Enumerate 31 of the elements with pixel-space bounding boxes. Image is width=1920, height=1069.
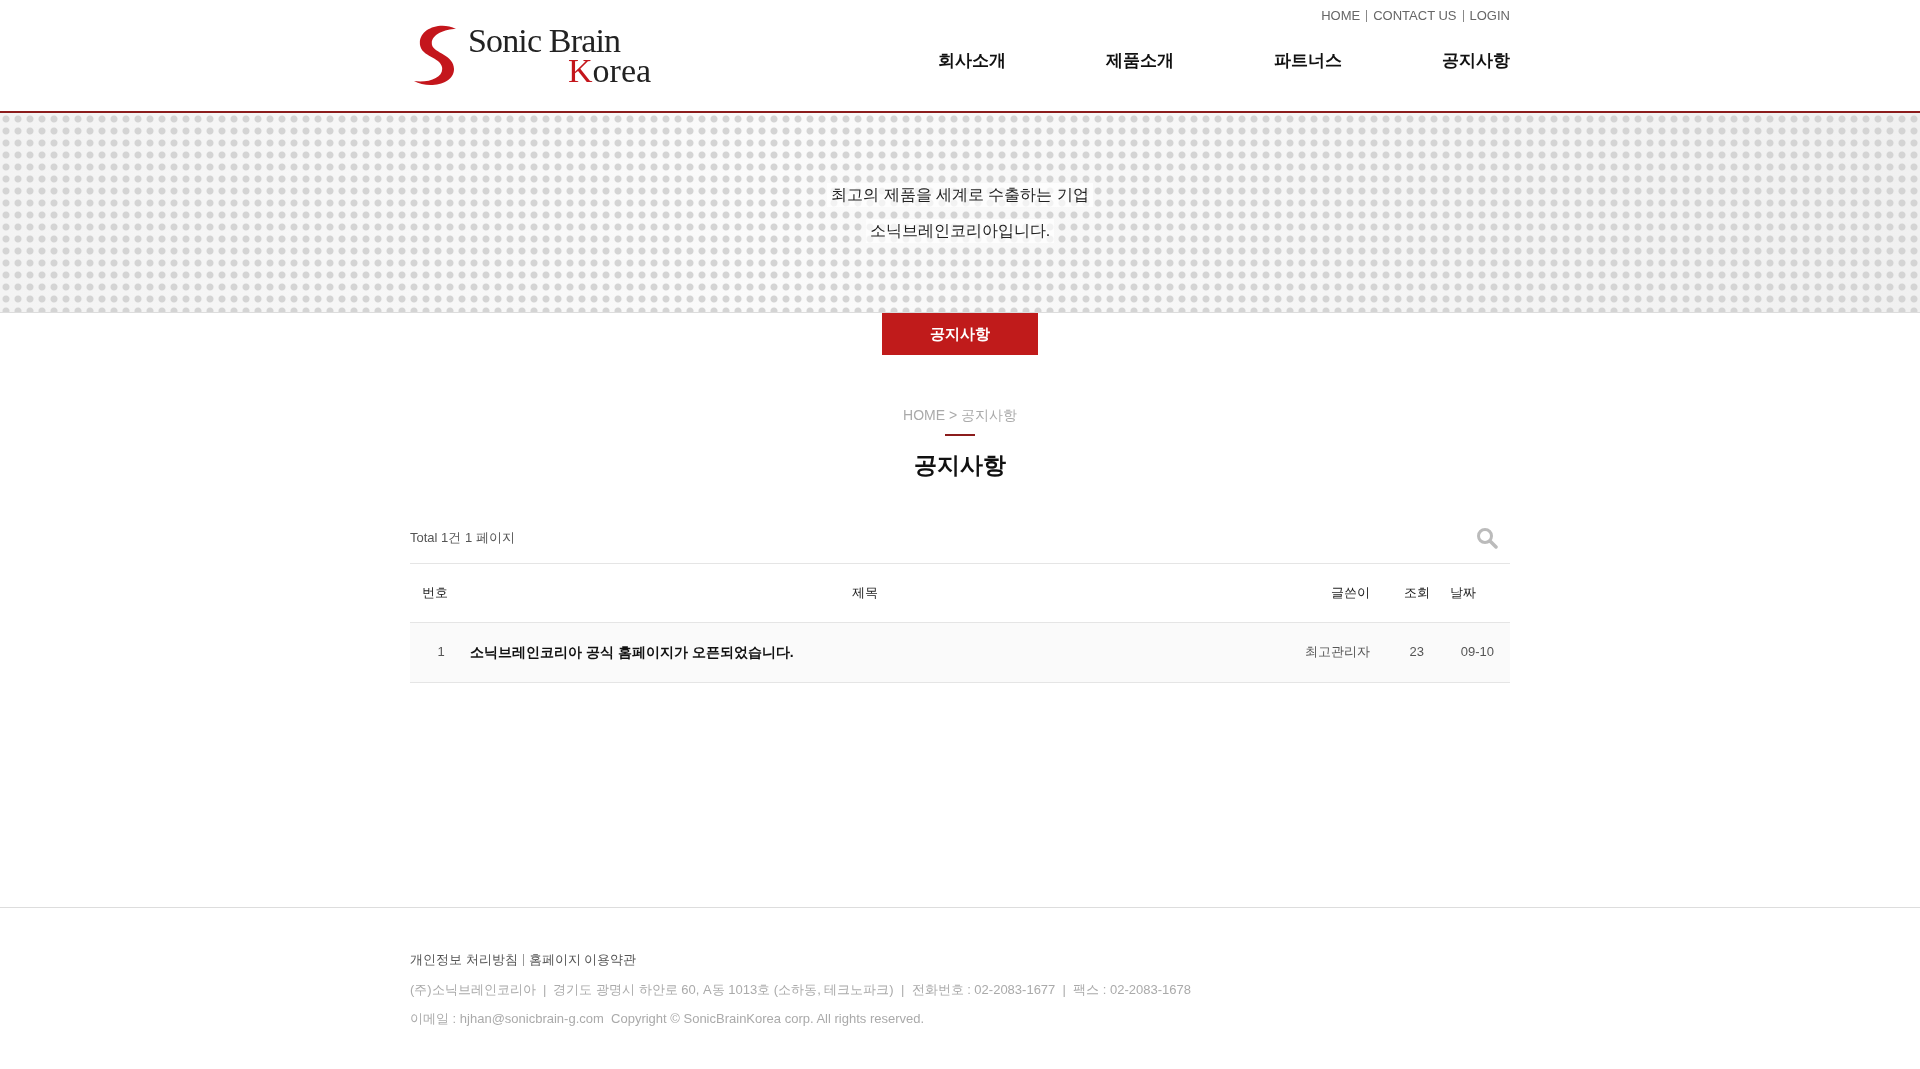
table-row[interactable]: 1 소닉브레인코리아 공식 홈페이지가 오픈되었습니다. 최고관리자 23 09-10 bbox=[410, 622, 1510, 683]
top-link[interactable]: CONTACT US bbox=[1373, 6, 1457, 26]
top-link[interactable]: LOGIN bbox=[1469, 6, 1510, 26]
column-header: 제목 bbox=[851, 583, 879, 602]
table-cell-text: 23 bbox=[1408, 643, 1425, 662]
nav-item[interactable]: 공지사항 bbox=[1442, 47, 1510, 73]
title-underline bbox=[945, 434, 975, 436]
logo[interactable]: Sonic Brain Korea bbox=[410, 23, 652, 89]
footer-link[interactable]: 개인정보 처리방침 bbox=[410, 950, 518, 970]
table-cell-text: 최고관리자 bbox=[1304, 643, 1370, 662]
page-title: 공지사항 bbox=[914, 451, 1006, 480]
column-header: 글쓴이 bbox=[1330, 583, 1370, 602]
column-header: 번호 bbox=[421, 583, 449, 602]
top-link[interactable]: HOME bbox=[1321, 6, 1361, 26]
nav-item[interactable]: 회사소개 bbox=[938, 47, 1006, 73]
banner-text: 최고의 제품을 세계로 수출하는 기업 bbox=[827, 182, 1093, 207]
column-header: 조회 bbox=[1403, 583, 1431, 602]
footer-link[interactable]: 홈페이지 이용약관 bbox=[528, 950, 637, 970]
column-header: 날짜 bbox=[1450, 583, 1477, 602]
search-button[interactable] bbox=[1476, 526, 1498, 549]
company-info: (주)소닉브레인코리아 | 경기도 광명시 하안로 60, A동 1013호 (소하동, 테크노파크) | 전화번호 : 02-2083-1677 | 팩스 : 02-2083-1678 bbox=[410, 980, 1192, 999]
banner-text: 소닉브레인코리아입니다. bbox=[865, 218, 1055, 243]
total-count: Total 1건 1 페이지 bbox=[410, 528, 515, 547]
table-cell-text: 1 bbox=[436, 643, 446, 662]
post-title-link[interactable]: 소닉브레인코리아 공식 홈페이지가 오픈되었습니다. bbox=[470, 641, 1260, 663]
section-tab[interactable]: 공지사항 bbox=[882, 313, 1038, 355]
table-cell-text: 09-10 bbox=[1459, 643, 1495, 662]
nav-item[interactable]: 제품소개 bbox=[1106, 47, 1174, 73]
copyright-text: 이메일 : hjhan@sonicbrain-g.com Copyright © SonicBrainKorea corp. All rights reserved. bbox=[410, 1010, 926, 1028]
nav-item[interactable]: 파트너스 bbox=[1274, 47, 1342, 73]
breadcrumb: HOME > 공지사항 bbox=[903, 406, 1017, 425]
